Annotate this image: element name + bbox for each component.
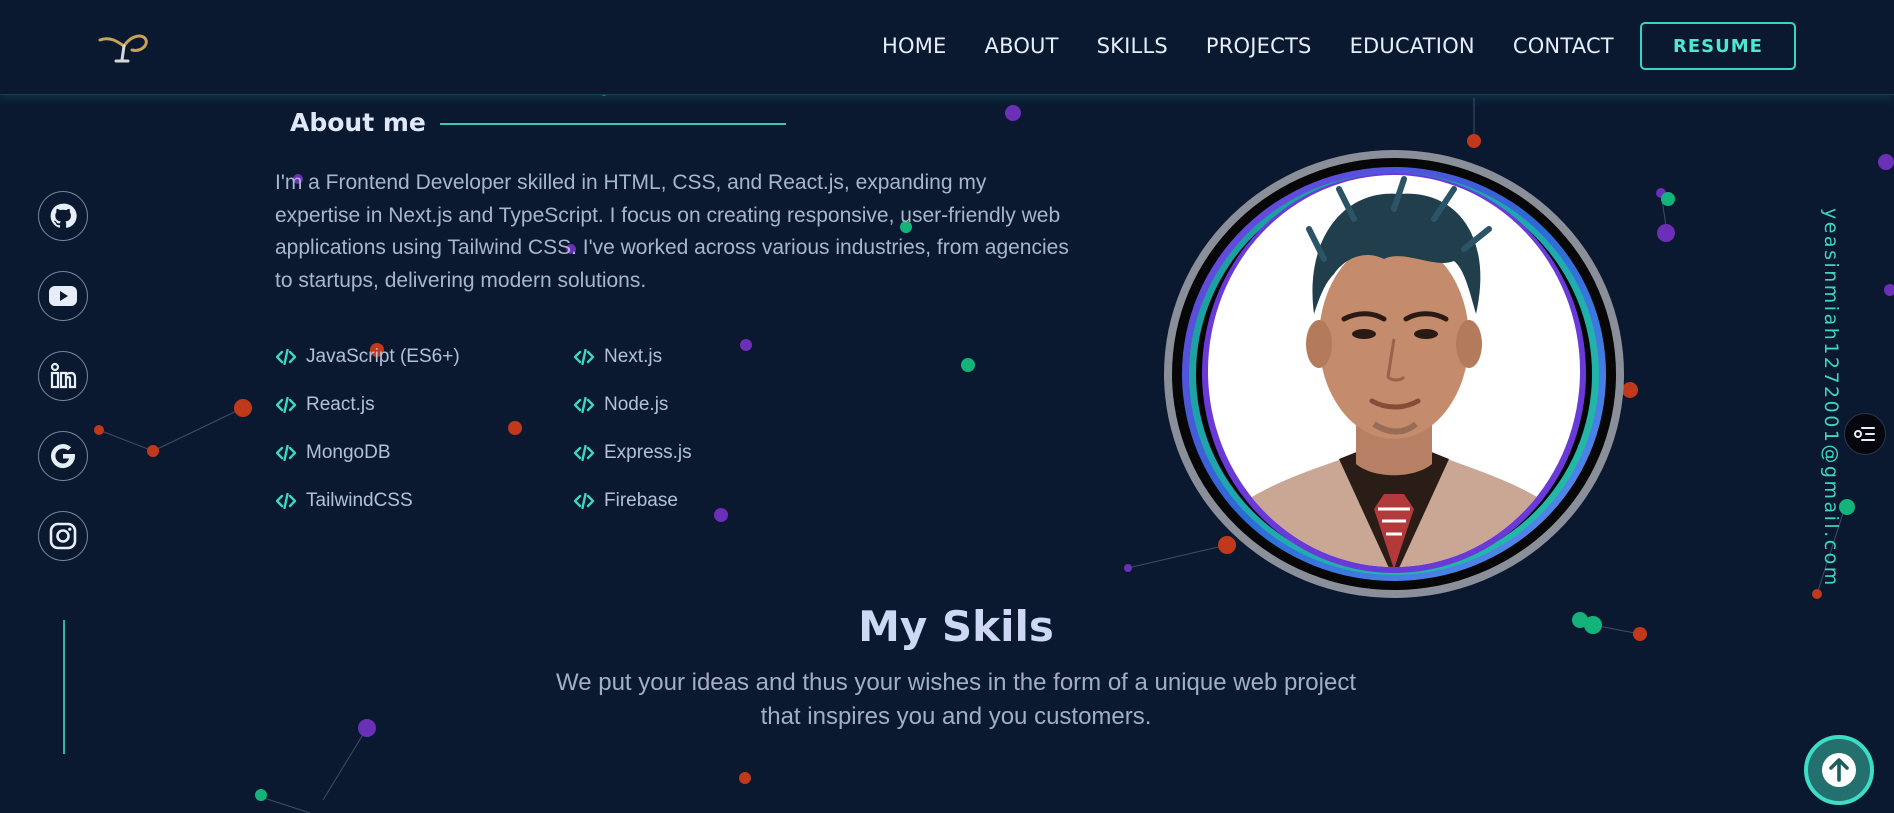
main-nav: HOME ABOUT SKILLS PROJECTS EDUCATION CON…	[882, 34, 1652, 58]
skill-item: React.js	[276, 394, 375, 416]
code-icon	[276, 445, 296, 461]
profile-photo	[1164, 150, 1624, 598]
about-description: I'm a Frontend Developer skilled in HTML…	[275, 171, 1069, 292]
about-title: About me	[290, 108, 426, 137]
code-icon	[276, 349, 296, 365]
arrow-up-icon	[1822, 753, 1856, 787]
skills-section-subtitle: We put your ideas and thus your wishes i…	[555, 669, 1356, 730]
nav-education[interactable]: EDUCATION	[1350, 34, 1475, 58]
code-icon	[574, 397, 594, 413]
settings-toggle-icon[interactable]	[1844, 413, 1886, 455]
nav-home[interactable]: HOME	[882, 34, 947, 58]
skills-section-title: My Skils	[858, 602, 1054, 651]
instagram-icon[interactable]	[38, 511, 88, 561]
linkedin-icon[interactable]	[38, 351, 88, 401]
skill-item: Express.js	[574, 442, 692, 464]
skill-item: TailwindCSS	[276, 490, 413, 512]
code-icon	[574, 445, 594, 461]
nav-about[interactable]: ABOUT	[985, 34, 1059, 58]
about-title-underline	[440, 123, 786, 125]
skill-item: JavaScript (ES6+)	[276, 346, 460, 368]
nav-skills[interactable]: SKILLS	[1097, 34, 1168, 58]
nav-contact[interactable]: CONTACT	[1513, 34, 1614, 58]
skill-item: Next.js	[574, 346, 662, 368]
code-icon	[276, 493, 296, 509]
skill-item: MongoDB	[276, 442, 391, 464]
skill-item: Node.js	[574, 394, 668, 416]
nav-projects[interactable]: PROJECTS	[1206, 34, 1312, 58]
skill-item: Firebase	[574, 490, 678, 512]
code-icon	[574, 493, 594, 509]
scroll-to-top-button[interactable]	[1804, 735, 1874, 805]
google-icon[interactable]	[38, 431, 88, 481]
top-navbar: HOME ABOUT SKILLS PROJECTS EDUCATION CON…	[0, 0, 1894, 95]
code-icon	[276, 397, 296, 413]
youtube-icon[interactable]	[38, 271, 88, 321]
logo[interactable]	[96, 26, 152, 66]
code-icon	[574, 349, 594, 365]
social-links	[38, 191, 88, 591]
resume-button[interactable]: RESUME	[1640, 22, 1796, 70]
github-icon[interactable]	[38, 191, 88, 241]
contact-email[interactable]: yeasinmiah1272001@gmail.com	[1812, 208, 1842, 588]
